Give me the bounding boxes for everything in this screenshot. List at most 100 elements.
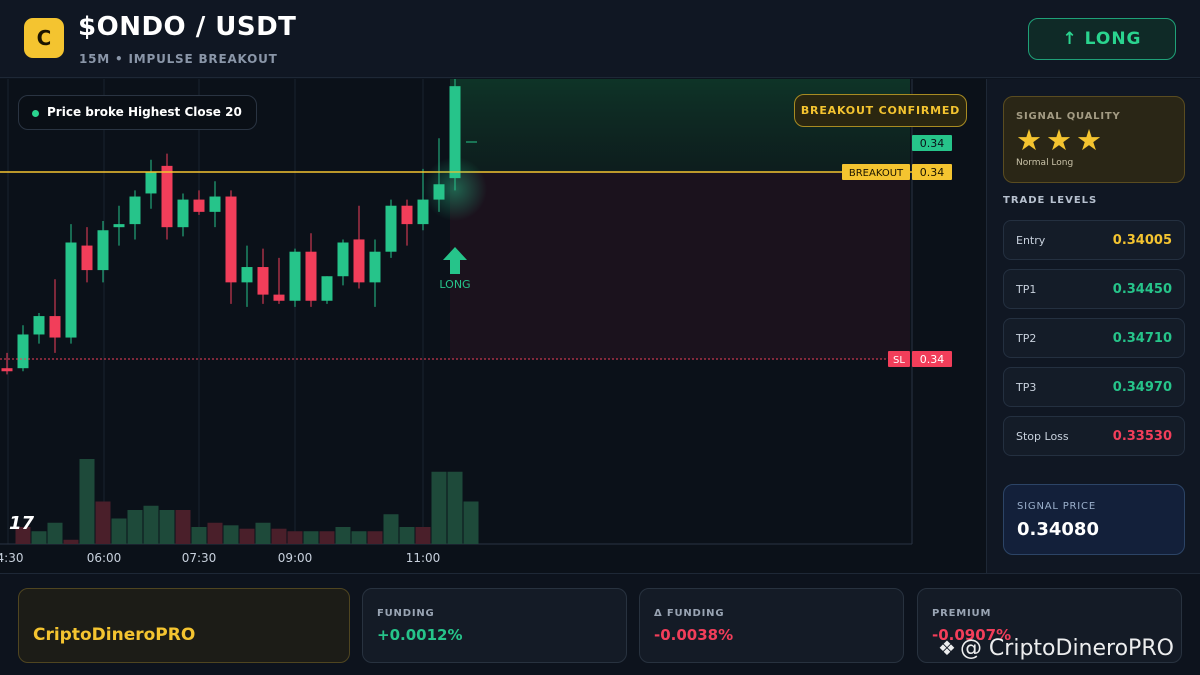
- candle: [369, 239, 381, 307]
- svg-text:0.34: 0.34: [920, 137, 945, 150]
- volume-bar: [415, 527, 431, 544]
- volume-bar: [255, 522, 271, 544]
- volume-bar: [127, 510, 143, 544]
- candle: [97, 221, 109, 283]
- svg-text:0.34: 0.34: [920, 166, 945, 179]
- signal-price-label: SIGNAL PRICE: [1017, 501, 1096, 512]
- watermark-text: @ CriptoDineroPRO: [959, 636, 1174, 661]
- candle-body: [305, 251, 317, 301]
- watermark: ❖ @ CriptoDineroPRO: [938, 636, 1174, 661]
- page-title: $ONDO / USDT: [78, 12, 297, 42]
- volume-bar: [463, 501, 479, 544]
- volume-bar: [383, 514, 399, 544]
- signal-side-panel: SIGNAL QUALITY ★★★ Normal Long TRADE LEV…: [986, 79, 1200, 573]
- signal-marker-label: LONG: [439, 278, 470, 291]
- stop-loss-price-tag: SL 0.34: [888, 351, 952, 367]
- candle-body: [401, 205, 413, 225]
- candle-body: [113, 224, 125, 228]
- volume-bar: [319, 531, 335, 544]
- candle: [353, 205, 365, 289]
- candle-body: [353, 239, 365, 283]
- candle-body: [33, 316, 45, 335]
- candle: [385, 199, 397, 258]
- signal-price-card: SIGNAL PRICE 0.34080: [1003, 484, 1185, 555]
- status-dot-icon: [32, 110, 39, 117]
- level-label: Entry: [1016, 234, 1046, 247]
- candle: [145, 159, 157, 209]
- candle: [225, 190, 237, 304]
- volume-bar: [95, 501, 111, 544]
- long-button[interactable]: ↑ LONG: [1028, 18, 1176, 60]
- volume-bar: [335, 527, 351, 544]
- candle: [49, 279, 61, 353]
- volume-bar: [287, 531, 303, 544]
- star-rating-icon: ★★★: [1016, 123, 1106, 157]
- candle-body: [321, 276, 333, 301]
- candle: [241, 245, 253, 307]
- candle-body: [145, 172, 157, 194]
- candle: [289, 248, 301, 307]
- candlestick-chart[interactable]: LONG 0.34 BREAKOUT 0.34 SL 0.34 4:30 06:0…: [0, 79, 986, 573]
- tradingview-logo[interactable]: 17: [9, 513, 34, 534]
- candle: [1, 352, 13, 375]
- candle: [177, 193, 189, 237]
- candle-body: [337, 242, 349, 277]
- timeframe-subtitle: 15M • IMPULSE BREAKOUT: [79, 52, 278, 66]
- signal-quality-card: SIGNAL QUALITY ★★★ Normal Long: [1003, 96, 1185, 183]
- candle: [17, 325, 29, 372]
- delta-funding-card: Δ FUNDING -0.0038%: [639, 588, 904, 663]
- level-row-stop-loss: Stop Loss 0.33530: [1003, 416, 1185, 456]
- level-value: 0.34450: [1112, 282, 1172, 297]
- current-price-tag: 0.34: [912, 135, 952, 151]
- time-tick-label: 09:00: [278, 551, 313, 565]
- candle-body: [65, 242, 77, 338]
- level-value: 0.34970: [1112, 380, 1172, 395]
- volume-bar: [351, 531, 367, 544]
- candle-body: [17, 334, 29, 369]
- candle: [257, 248, 269, 304]
- time-tick-label: 11:00: [406, 551, 441, 565]
- time-tick-label: 07:30: [182, 551, 217, 565]
- brand-name: CriptoDineroPRO: [33, 625, 196, 645]
- candle-body: [225, 196, 237, 283]
- volume-bar: [239, 528, 255, 544]
- level-row-tp1: TP1 0.34450: [1003, 269, 1185, 309]
- svg-text:0.34: 0.34: [920, 353, 945, 366]
- candle: [33, 313, 45, 344]
- candle: [337, 239, 349, 286]
- time-axis: 4:30 06:00 07:30 09:00 11:00: [0, 551, 440, 565]
- candle: [81, 227, 93, 283]
- price-chart[interactable]: LONG 0.34 BREAKOUT 0.34 SL 0.34 4:30 06:0…: [0, 79, 986, 573]
- level-row-tp2: TP2 0.34710: [1003, 318, 1185, 358]
- signal-quality-label: SIGNAL QUALITY: [1016, 111, 1121, 122]
- premium-label: PREMIUM: [932, 608, 992, 619]
- candle-body: [193, 199, 205, 212]
- level-label: TP1: [1016, 283, 1037, 296]
- candle-body: [369, 251, 381, 283]
- volume-bar: [191, 527, 207, 544]
- level-label: TP2: [1016, 332, 1037, 345]
- funding-label: FUNDING: [377, 608, 435, 619]
- level-value: 0.34710: [1112, 331, 1172, 346]
- volume-bar: [223, 525, 239, 544]
- candle: [193, 190, 205, 215]
- volume-bar: [175, 510, 191, 544]
- trade-levels-title: TRADE LEVELS: [1003, 195, 1098, 206]
- volume-bar: [111, 518, 127, 544]
- candle: [65, 224, 77, 344]
- funding-value: +0.0012%: [377, 626, 463, 644]
- volume-bar: [47, 522, 63, 544]
- volume-bar: [63, 539, 79, 544]
- candle: [305, 233, 317, 307]
- volume-bar: [431, 471, 447, 544]
- breakout-note-text: Price broke Highest Close 20: [47, 105, 242, 119]
- volume-bar: [159, 510, 175, 544]
- header: C $ONDO / USDT 15M • IMPULSE BREAKOUT ↑ …: [0, 0, 1200, 78]
- candle-body: [1, 368, 13, 372]
- candle-body: [97, 230, 109, 271]
- app-logo: C: [24, 18, 64, 58]
- candle: [129, 190, 141, 240]
- candle: [113, 205, 125, 246]
- candle: [273, 257, 285, 304]
- volume-bars: [15, 459, 479, 544]
